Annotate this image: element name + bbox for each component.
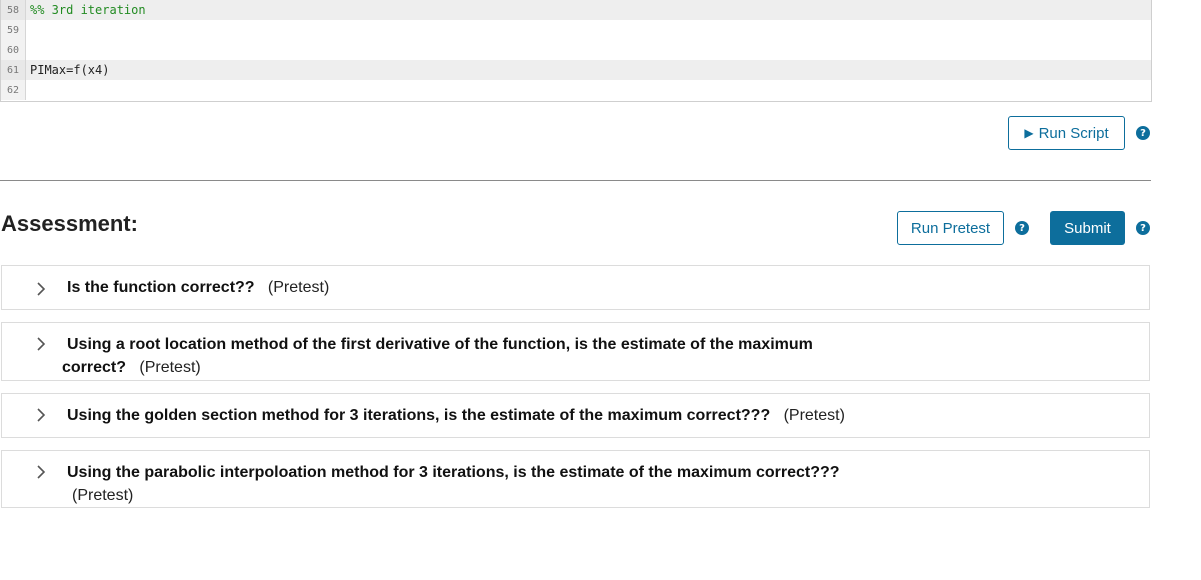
assessment-item[interactable]: Using the parabolic interpoloation metho… xyxy=(1,450,1150,508)
help-icon[interactable]: ? xyxy=(1136,221,1150,235)
line-number: 60 xyxy=(1,40,26,60)
pretest-tag: (Pretest) xyxy=(139,359,201,376)
line-number: 58 xyxy=(1,0,26,20)
code-line[interactable]: 58 %% 3rd iteration xyxy=(1,0,1151,20)
pretest-tag: (Pretest) xyxy=(783,407,845,424)
code-line[interactable]: 61 PIMax=f(x4) xyxy=(1,60,1151,80)
chevron-right-icon[interactable] xyxy=(36,465,46,479)
assessment-question: Using a root location method of the firs… xyxy=(67,336,813,353)
run-script-button[interactable]: ▶ Run Script xyxy=(1008,116,1125,150)
code-text[interactable]: PIMax=f(x4) xyxy=(26,63,109,77)
chevron-right-icon[interactable] xyxy=(36,408,46,422)
play-icon: ▶ xyxy=(1024,126,1034,140)
section-divider xyxy=(0,180,1151,181)
code-editor[interactable]: 58 %% 3rd iteration 59 60 61 PIMax=f(x4)… xyxy=(0,0,1152,102)
assessment-question: Using the parabolic interpoloation metho… xyxy=(67,464,840,481)
help-icon[interactable]: ? xyxy=(1015,221,1029,235)
assessment-question: Is the function correct?? xyxy=(67,279,255,296)
run-pretest-button[interactable]: Run Pretest xyxy=(897,211,1004,245)
assessment-question-continued: correct? xyxy=(62,359,127,376)
line-number: 59 xyxy=(1,20,26,40)
code-text[interactable]: %% 3rd iteration xyxy=(26,3,146,17)
submit-button[interactable]: Submit xyxy=(1050,211,1125,245)
run-script-label: Run Script xyxy=(1038,124,1109,142)
line-number: 62 xyxy=(1,80,26,100)
assessment-item[interactable]: Is the function correct?? (Pretest) xyxy=(1,265,1150,310)
code-line[interactable]: 59 xyxy=(1,20,1151,40)
line-number: 61 xyxy=(1,60,26,80)
code-line[interactable]: 60 xyxy=(1,40,1151,60)
chevron-right-icon[interactable] xyxy=(36,337,46,351)
help-icon[interactable]: ? xyxy=(1136,126,1150,140)
assessment-question: Using the golden section method for 3 it… xyxy=(67,407,771,424)
chevron-right-icon[interactable] xyxy=(36,282,46,296)
code-line[interactable]: 62 xyxy=(1,80,1151,100)
pretest-tag: (Pretest) xyxy=(72,487,134,504)
assessment-title: Assessment: xyxy=(1,211,138,236)
assessment-item[interactable]: Using a root location method of the firs… xyxy=(1,322,1150,381)
assessment-item[interactable]: Using the golden section method for 3 it… xyxy=(1,393,1150,438)
pretest-tag: (Pretest) xyxy=(267,279,330,296)
